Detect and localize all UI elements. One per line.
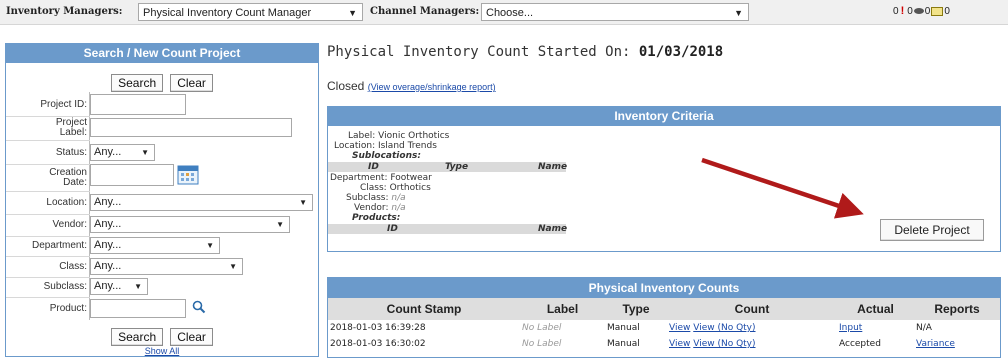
col-actual: Actual bbox=[837, 298, 914, 320]
col-reports: Reports bbox=[914, 298, 1000, 320]
view-no-qty-link[interactable]: View (No Qty) bbox=[693, 323, 755, 333]
input-link[interactable]: Input bbox=[839, 323, 862, 333]
counts-title: Physical Inventory Counts bbox=[328, 278, 1000, 298]
reports-cell: Variance bbox=[914, 336, 1000, 352]
col-type: Type bbox=[605, 298, 667, 320]
actual-cell: Accepted bbox=[839, 339, 881, 349]
reports-cell: N/A bbox=[916, 323, 932, 333]
view-no-qty-link[interactable]: View (No Qty) bbox=[693, 339, 755, 349]
count-stamp-cell: 2018-01-03 16:30:02 bbox=[330, 339, 426, 349]
view-link[interactable]: View bbox=[669, 339, 690, 349]
count-cell: View View (No Qty) bbox=[667, 336, 837, 352]
col-label: Label bbox=[520, 298, 605, 320]
counts-table: Count Stamp Label Type Count Actual Repo… bbox=[328, 298, 1000, 352]
table-row: 2018-01-03 16:39:28 No Label Manual View… bbox=[328, 320, 1000, 336]
variance-link[interactable]: Variance bbox=[916, 339, 955, 349]
count-stamp-cell: 2018-01-03 16:39:28 bbox=[330, 323, 426, 333]
label-cell: No Label bbox=[522, 339, 562, 349]
label-cell: No Label bbox=[522, 323, 562, 333]
table-row: 2018-01-03 16:30:02 No Label Manual View… bbox=[328, 336, 1000, 352]
type-cell: Manual bbox=[607, 323, 640, 333]
type-cell: Manual bbox=[607, 339, 640, 349]
count-cell: View View (No Qty) bbox=[667, 320, 837, 336]
actual-cell: Input bbox=[837, 320, 914, 336]
physical-inventory-counts-panel: Physical Inventory Counts Count Stamp La… bbox=[327, 277, 1001, 358]
counts-header-row: Count Stamp Label Type Count Actual Repo… bbox=[328, 298, 1000, 320]
view-link[interactable]: View bbox=[669, 323, 690, 333]
col-count-stamp: Count Stamp bbox=[328, 298, 520, 320]
col-count: Count bbox=[667, 298, 837, 320]
